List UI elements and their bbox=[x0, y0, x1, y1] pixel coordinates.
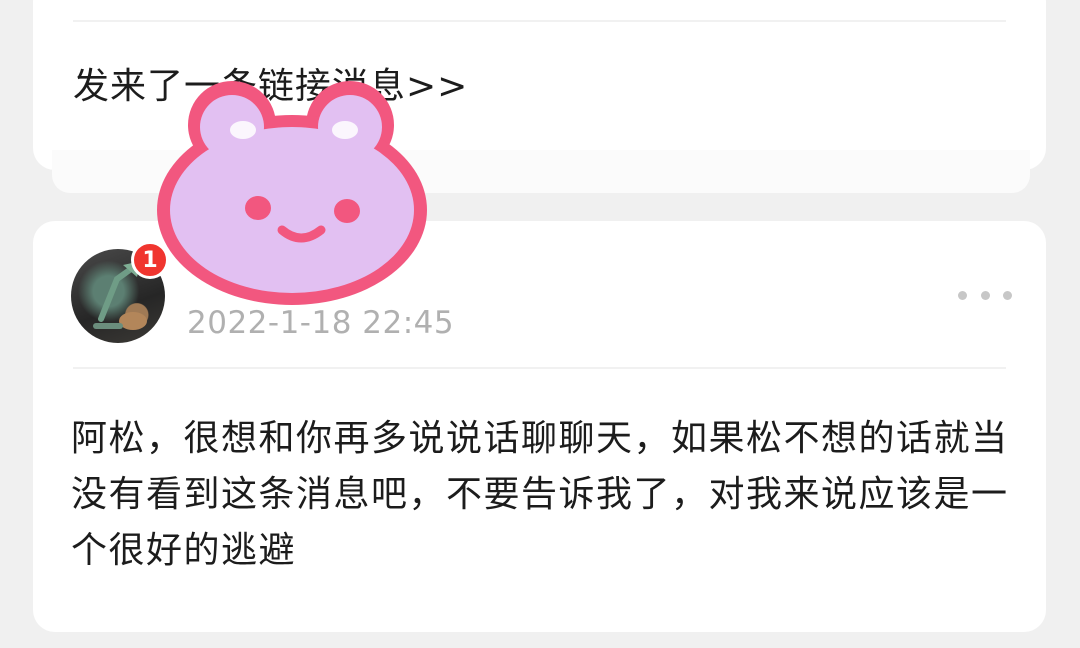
divider bbox=[73, 367, 1006, 369]
message-text: 阿松，很想和你再多说说话聊聊天，如果松不想的话就当没有看到这条消息吧，不要告诉我… bbox=[71, 418, 1009, 571]
dot bbox=[1003, 290, 1012, 300]
previous-post-card: 发来了一条链接消息>> bbox=[33, 0, 1046, 170]
divider bbox=[73, 20, 1006, 22]
post-card: 1 2022-1-18 22:45 阿松，很想和你再多说说话聊聊天，如果松不想的… bbox=[33, 221, 1046, 632]
unread-badge: 1 bbox=[131, 241, 169, 279]
link-message-text[interactable]: 发来了一条链接消息>> bbox=[73, 57, 468, 109]
dot bbox=[958, 290, 967, 300]
ellipsis-horizontal-icon[interactable] bbox=[958, 281, 1012, 309]
post-timestamp: 2022-1-18 22:45 bbox=[187, 305, 455, 341]
card-stack-edge bbox=[52, 150, 1030, 193]
username-obscured[interactable] bbox=[187, 265, 307, 295]
dot bbox=[980, 290, 990, 300]
